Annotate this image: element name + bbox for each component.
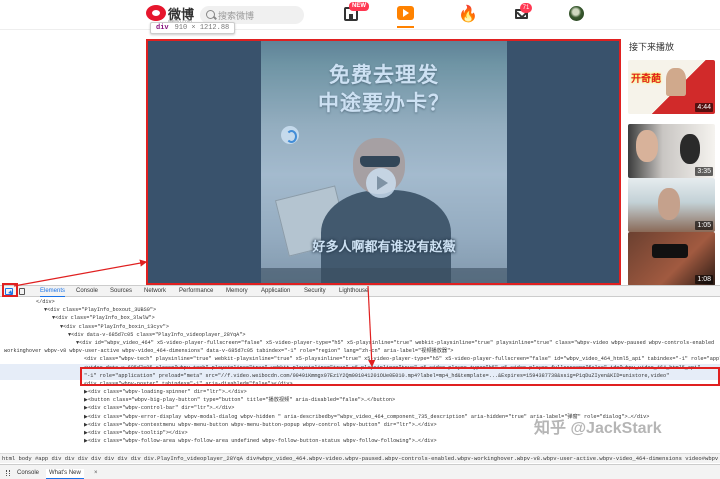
devtools-drawer: Console What's New × bbox=[0, 464, 720, 479]
dom-tree-line[interactable]: </div> bbox=[0, 298, 720, 306]
dom-tree-line[interactable]: ▼<div class="PlayInfo_box_3lwlW"> bbox=[0, 314, 720, 322]
dom-tree-line[interactable]: ▼<div data-v-685d7c05 class="PlayInfo_vi… bbox=[0, 331, 720, 339]
tooltip-tag: div bbox=[156, 24, 169, 32]
channel-logo-icon bbox=[281, 126, 299, 144]
hot-search-icon[interactable]: 🔥 bbox=[457, 4, 479, 26]
inspect-element-icon[interactable] bbox=[5, 288, 13, 295]
up-next-title: 接下来播放 bbox=[629, 42, 675, 52]
caption-strip bbox=[261, 268, 507, 285]
dom-tree-line[interactable]: workinghover wbpv-v8 wbpv-user-active wb… bbox=[0, 347, 720, 355]
video-duration: 1:08 bbox=[695, 275, 713, 284]
tab-console[interactable]: Console bbox=[76, 287, 98, 296]
up-next-sidebar: 接下来播放 开奇葩 4:44 3:35 1:05 1:08 bbox=[622, 30, 720, 286]
weibo-eye-icon bbox=[146, 5, 166, 21]
drawer-tab-console[interactable]: Console bbox=[17, 469, 39, 478]
tab-memory[interactable]: Memory bbox=[226, 287, 248, 296]
thumbnail-figure bbox=[652, 244, 688, 258]
dom-tree-line-selected[interactable]: <video data-v-685d7c05 class="wbpv-tech"… bbox=[0, 363, 720, 372]
devtools-panel: Elements Console Sources Network Perform… bbox=[0, 285, 720, 479]
dom-tree-line[interactable]: ▼<div class="PlayInfo_boxout_3UBS0"> bbox=[0, 306, 720, 314]
dom-tree-line[interactable]: ▶<div class="wbpv-loading-spinner" dir="… bbox=[0, 388, 720, 396]
video-player[interactable]: 免费去理发 中途要办卡？ 好多人啊都有谁没有赵薇 bbox=[147, 40, 620, 285]
video-subtitle: 好多人啊都有谁没有赵薇 bbox=[312, 239, 456, 254]
video-title-line-1: 免费去理发 bbox=[329, 64, 439, 87]
active-nav-underline bbox=[397, 26, 414, 28]
dom-tree-line-selected[interactable]: "-1" role="application" preload="meta" s… bbox=[0, 371, 720, 380]
video-frame-content: 免费去理发 中途要办卡？ 好多人啊都有谁没有赵薇 bbox=[261, 40, 507, 285]
video-duration: 1:05 bbox=[695, 221, 713, 230]
tab-security[interactable]: Security bbox=[304, 287, 326, 296]
thumbnail-figure bbox=[666, 68, 686, 96]
video-duration: 3:35 bbox=[695, 167, 713, 176]
dom-breadcrumb[interactable]: html body #app div div div div div div d… bbox=[0, 453, 720, 463]
sunglasses bbox=[360, 156, 400, 167]
dom-tree-line[interactable]: <div class="wbpv-tech" playsinline="true… bbox=[0, 355, 720, 363]
tab-performance[interactable]: Performance bbox=[179, 287, 213, 296]
play-icon[interactable] bbox=[366, 168, 396, 198]
up-next-thumbnail[interactable]: 1:08 bbox=[628, 232, 715, 286]
zhihu-watermark: 知乎 @JackStark bbox=[534, 420, 662, 437]
tab-network[interactable]: Network bbox=[144, 287, 166, 296]
tab-application[interactable]: Application bbox=[261, 287, 290, 296]
dom-tree-line[interactable]: ▶<button class="wbpv-big-play-button" ty… bbox=[0, 396, 720, 404]
tab-elements[interactable]: Elements bbox=[40, 287, 66, 297]
thumbnail-figure bbox=[636, 130, 658, 162]
top-navigation-bar: 微博 weibo.com 搜索微博 NEW 🔥 71 bbox=[0, 0, 720, 30]
tab-sources[interactable]: Sources bbox=[110, 287, 132, 296]
user-avatar[interactable] bbox=[569, 6, 584, 21]
thumbnail-figure bbox=[680, 134, 700, 164]
video-duration: 4:44 bbox=[695, 103, 713, 112]
devtools-tab-bar: Elements Console Sources Network Perform… bbox=[0, 286, 720, 297]
drawer-menu-icon[interactable] bbox=[6, 470, 10, 476]
up-next-thumbnail[interactable]: 开奇葩 4:44 bbox=[628, 60, 715, 114]
new-badge: NEW bbox=[349, 2, 369, 11]
dom-tree-line[interactable]: ▼<div class="PlayInfo_boxin_13cyv"> bbox=[0, 323, 720, 331]
drawer-tab-whats-new[interactable]: What's New bbox=[46, 469, 84, 479]
up-next-thumbnail[interactable]: 1:05 bbox=[628, 178, 715, 232]
tooltip-dimensions: 910 × 1212.88 bbox=[174, 24, 230, 32]
device-toolbar-icon[interactable] bbox=[19, 288, 25, 295]
search-placeholder: 搜索微博 bbox=[218, 11, 255, 21]
thumbnail-figure bbox=[658, 188, 680, 220]
search-icon bbox=[206, 10, 215, 19]
dom-tree-line[interactable]: <div class="wbpv-poster" tabindex="-1" a… bbox=[0, 380, 720, 388]
tab-lighthouse[interactable]: Lighthouse bbox=[339, 287, 368, 296]
dom-tree-line[interactable]: ▶<div class="wbpv-control-bar" dir="ltr"… bbox=[0, 404, 720, 412]
dom-tree-line[interactable]: ▼<div id="wbpv_video_464" x5-video-playe… bbox=[0, 339, 720, 347]
video-title-line-2: 中途要办卡？ bbox=[318, 92, 450, 115]
messages-badge: 71 bbox=[520, 3, 532, 13]
video-nav-icon[interactable] bbox=[397, 6, 414, 20]
thumbnail-caption: 开奇葩 bbox=[631, 74, 661, 85]
video-title-overlay: 免费去理发 中途要办卡？ bbox=[261, 62, 507, 118]
close-icon[interactable]: × bbox=[94, 469, 98, 478]
up-next-thumbnail[interactable]: 3:35 bbox=[628, 124, 715, 178]
dom-tree-line[interactable]: ▶<div class="wbpv-follow-area wbpv-follo… bbox=[0, 437, 720, 445]
element-inspect-tooltip: div 910 × 1212.88 bbox=[150, 22, 236, 34]
